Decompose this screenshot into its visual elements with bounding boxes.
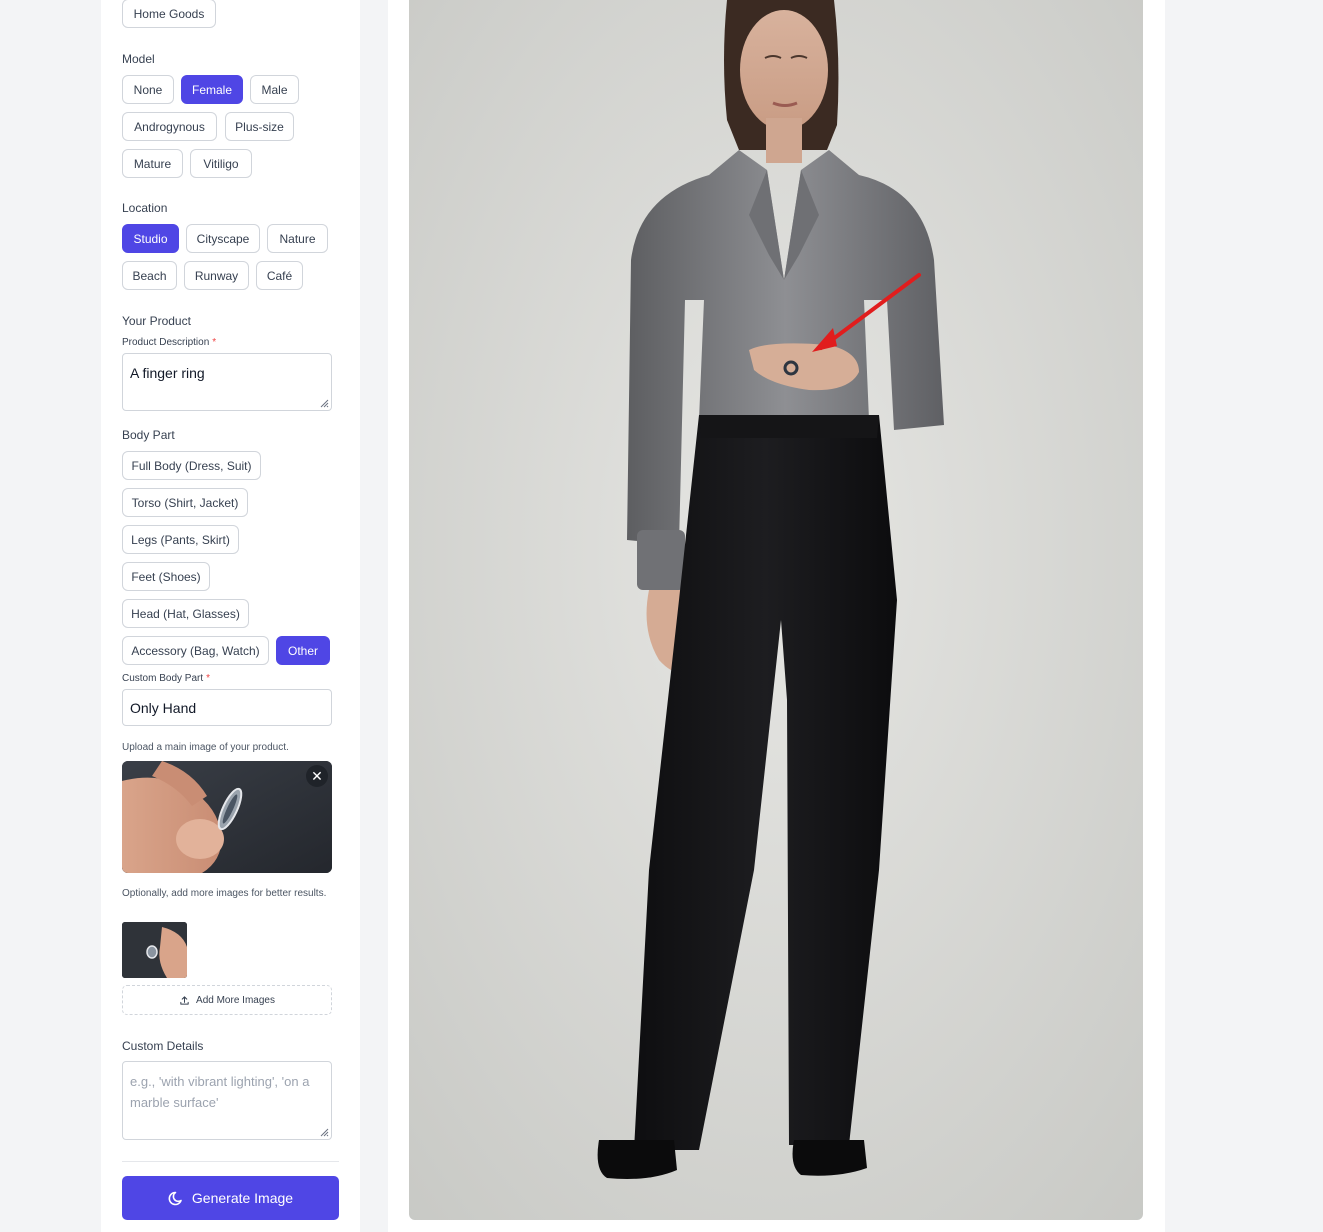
generated-model-photo: [409, 0, 1143, 1220]
resize-grip-icon[interactable]: [319, 398, 329, 408]
add-more-images-button[interactable]: Add More Images: [122, 985, 332, 1015]
main-product-image-preview: ✕: [122, 761, 332, 873]
model-chip-androgynous[interactable]: Androgynous: [122, 112, 217, 141]
upload-icon: [180, 995, 189, 1005]
product-description-input[interactable]: A finger ring: [122, 353, 332, 411]
model-chip-none[interactable]: None: [122, 75, 174, 104]
add-more-images-label: Add More Images: [196, 994, 275, 1006]
body-part-chip-feet[interactable]: Feet (Shoes): [122, 562, 210, 591]
custom-details-section-title: Custom Details: [122, 1039, 204, 1053]
product-description-label: Product Description *: [122, 337, 217, 348]
remove-image-button[interactable]: ✕: [306, 765, 328, 787]
model-chip-female[interactable]: Female: [181, 75, 243, 104]
resize-grip-icon[interactable]: [319, 1127, 329, 1137]
custom-body-part-label: Custom Body Part *: [122, 673, 211, 684]
custom-details-placeholder: e.g., 'with vibrant lighting', 'on a mar…: [130, 1074, 310, 1110]
extra-image-thumbnail[interactable]: [122, 922, 187, 978]
location-chip-beach[interactable]: Beach: [122, 261, 177, 290]
body-part-chip-other[interactable]: Other: [276, 636, 330, 665]
body-part-chip-legs[interactable]: Legs (Pants, Skirt): [122, 525, 239, 554]
required-marker: *: [212, 337, 217, 348]
product-section-title: Your Product: [122, 314, 191, 328]
category-chip-home-goods[interactable]: Home Goods: [122, 0, 216, 28]
ring-thumbnail-image: [122, 922, 187, 978]
custom-details-input[interactable]: e.g., 'with vibrant lighting', 'on a mar…: [122, 1061, 332, 1140]
moon-icon: [168, 1191, 182, 1206]
product-description-value: A finger ring: [130, 365, 205, 381]
model-section-title: Model: [122, 52, 155, 66]
body-part-chip-head[interactable]: Head (Hat, Glasses): [122, 599, 249, 628]
body-part-chip-accessory[interactable]: Accessory (Bag, Watch): [122, 636, 269, 665]
generate-image-button[interactable]: Generate Image: [122, 1176, 339, 1220]
generated-image: [409, 0, 1143, 1220]
required-marker: *: [206, 673, 211, 684]
location-section-title: Location: [122, 201, 168, 215]
body-part-section-title: Body Part: [122, 428, 175, 442]
custom-body-part-input[interactable]: Only Hand: [122, 689, 332, 726]
extra-images-hint: Optionally, add more images for better r…: [122, 888, 327, 899]
model-chip-vitiligo[interactable]: Vitiligo: [190, 149, 252, 178]
model-chip-male[interactable]: Male: [250, 75, 299, 104]
generate-image-label: Generate Image: [191, 1190, 294, 1206]
divider: [122, 1161, 339, 1162]
close-icon: ✕: [311, 767, 323, 784]
model-chip-mature[interactable]: Mature: [122, 149, 183, 178]
location-chip-runway[interactable]: Runway: [184, 261, 249, 290]
location-chip-cityscape[interactable]: Cityscape: [186, 224, 260, 253]
ring-photo-image: [122, 761, 332, 873]
location-chip-studio[interactable]: Studio: [122, 224, 179, 253]
main-image-hint: Upload a main image of your product.: [122, 742, 289, 753]
body-part-chip-torso[interactable]: Torso (Shirt, Jacket): [122, 488, 248, 517]
body-part-chip-full-body[interactable]: Full Body (Dress, Suit): [122, 451, 261, 480]
custom-body-part-value: Only Hand: [130, 699, 197, 716]
model-chip-plus-size[interactable]: Plus-size: [225, 112, 294, 141]
location-chip-nature[interactable]: Nature: [267, 224, 328, 253]
location-chip-cafe[interactable]: Café: [256, 261, 303, 290]
